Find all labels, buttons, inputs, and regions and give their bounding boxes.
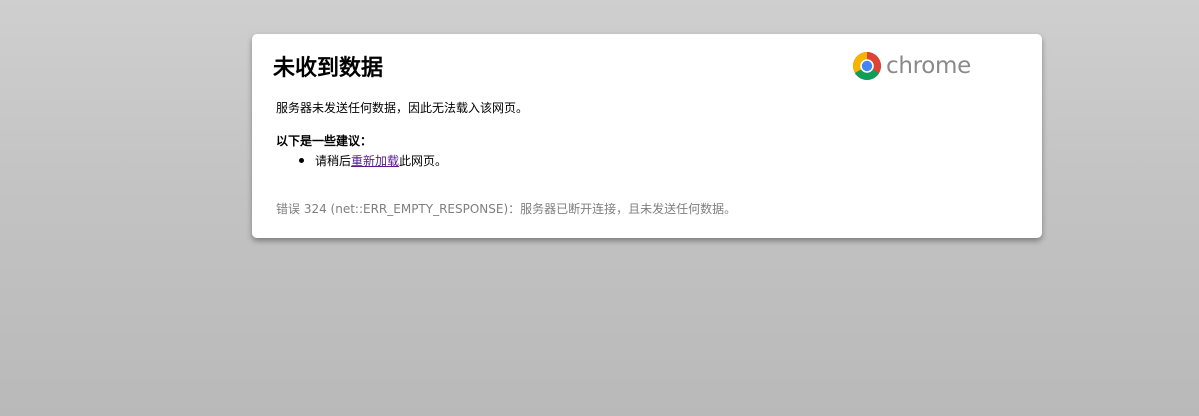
- reload-link[interactable]: 重新加载: [351, 154, 399, 168]
- error-code: 错误 324 (net::ERR_EMPTY_RESPONSE)：服务器已断开连…: [276, 202, 737, 216]
- suggestion-suffix: 此网页。: [399, 154, 448, 168]
- suggestions-list: 请稍后重新加载此网页。: [276, 153, 447, 169]
- suggestion-prefix: 请稍后: [315, 154, 352, 168]
- suggestion-item: 请稍后重新加载此网页。: [276, 153, 447, 169]
- logo-wordmark: chrome: [886, 53, 972, 79]
- chrome-logo-icon: [852, 51, 882, 81]
- bullet-icon: [299, 158, 304, 163]
- error-summary: 服务器未发送任何数据，因此无法载入该网页。: [276, 101, 529, 115]
- suggestions-heading: 以下是一些建议：: [276, 134, 373, 148]
- page-title: 未收到数据: [273, 55, 384, 81]
- chrome-logo: chrome: [852, 51, 971, 81]
- error-card: 未收到数据 chrome 服务器未发送任何数据，因此无法载入该网页。 以下是一些…: [252, 34, 1042, 238]
